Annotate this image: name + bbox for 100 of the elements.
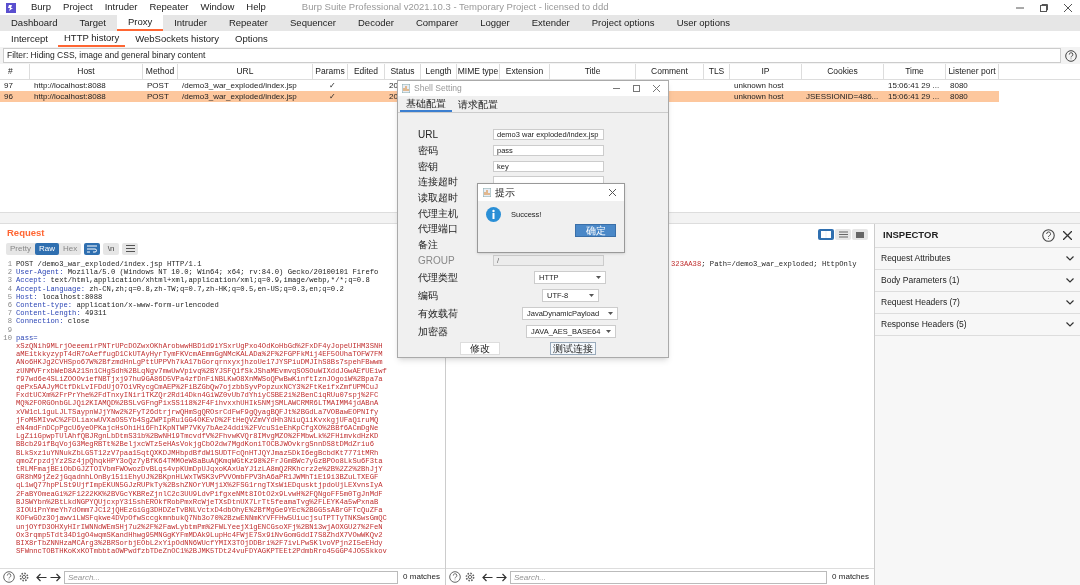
- menu-item[interactable]: Burp: [25, 0, 58, 15]
- match-count: 0 matches: [402, 571, 441, 583]
- newline-toggle[interactable]: \n: [103, 242, 120, 255]
- column-header[interactable]: Params: [313, 64, 348, 79]
- search-field[interactable]: Search...: [64, 570, 399, 584]
- column-header[interactable]: MIME type: [457, 64, 500, 79]
- forward-arrow-icon[interactable]: [50, 572, 61, 582]
- menu-item[interactable]: Help: [240, 0, 272, 15]
- edit-button[interactable]: 修改: [460, 342, 500, 356]
- tab[interactable]: Options: [229, 31, 274, 47]
- column-header[interactable]: Edited: [348, 64, 385, 79]
- layout-toggle-icon[interactable]: [835, 229, 851, 240]
- column-header[interactable]: Comment: [636, 64, 704, 79]
- table-cell[interactable]: /demo3_war_exploded/index.jsp: [178, 80, 313, 91]
- back-arrow-icon[interactable]: [36, 572, 47, 582]
- view-tab[interactable]: Raw: [34, 242, 59, 255]
- settings-icon[interactable]: [464, 571, 476, 583]
- chevron-down-icon[interactable]: [1066, 278, 1074, 283]
- tab[interactable]: User options: [665, 15, 741, 31]
- table-cell[interactable]: JSESSIONID=486...: [802, 91, 884, 102]
- table-cell[interactable]: http://localhost:8088: [30, 80, 143, 91]
- tab[interactable]: WebSockets history: [129, 31, 225, 47]
- column-header[interactable]: Length: [421, 64, 457, 79]
- table-cell[interactable]: 15:06:41 29 ...: [884, 91, 946, 102]
- help-icon[interactable]: [1065, 49, 1077, 62]
- column-header[interactable]: URL: [178, 64, 313, 79]
- table-cell[interactable]: ✓: [313, 80, 348, 91]
- minimize-icon[interactable]: [613, 85, 620, 92]
- tab[interactable]: Extender: [520, 15, 581, 31]
- tab[interactable]: Intruder: [163, 15, 218, 31]
- field-label: 有效载荷: [418, 307, 458, 319]
- tab[interactable]: Proxy: [116, 15, 164, 31]
- close-icon[interactable]: [1064, 3, 1072, 12]
- dropdown-arrow-icon: [608, 311, 613, 315]
- test-connection-button[interactable]: 测试连接: [550, 342, 596, 356]
- help-icon[interactable]: [1042, 229, 1055, 242]
- table-cell[interactable]: 97: [0, 80, 30, 91]
- table-cell[interactable]: unknown host: [730, 80, 802, 91]
- table-cell[interactable]: unknown host: [730, 91, 802, 102]
- tab[interactable]: Decoder: [347, 15, 405, 31]
- field-label: URL: [418, 129, 438, 141]
- menu-item[interactable]: Intruder: [98, 0, 144, 15]
- dropdown-arrow-icon: [606, 329, 611, 333]
- tab[interactable]: 请求配置: [452, 96, 504, 112]
- tab[interactable]: Logger: [469, 15, 521, 31]
- table-cell[interactable]: /demo3_war_exploded/index.jsp: [178, 91, 313, 102]
- close-icon[interactable]: [609, 189, 616, 196]
- column-header[interactable]: Listener port: [946, 64, 999, 79]
- table-cell[interactable]: 15:06:41 29 ...: [884, 80, 946, 91]
- dialog-title: 提示: [495, 186, 515, 200]
- column-header[interactable]: #: [0, 64, 30, 79]
- match-count: 0 matches: [831, 571, 870, 583]
- column-header[interactable]: Extension: [500, 64, 550, 79]
- tab[interactable]: Dashboard: [0, 15, 69, 31]
- field-label: 代理主机: [418, 207, 458, 219]
- settings-icon[interactable]: [18, 571, 30, 583]
- restore-icon[interactable]: [1040, 3, 1048, 12]
- table-cell[interactable]: 8080: [946, 91, 999, 102]
- tab[interactable]: Comparer: [404, 15, 470, 31]
- tab[interactable]: Sequencer: [279, 15, 347, 31]
- table-cell[interactable]: 8080: [946, 80, 999, 91]
- tab[interactable]: Project options: [580, 15, 666, 31]
- table-cell[interactable]: ✓: [313, 91, 348, 102]
- field-label: 读取超时: [418, 192, 458, 204]
- chevron-down-icon[interactable]: [1066, 300, 1074, 305]
- chevron-down-icon[interactable]: [1066, 256, 1074, 261]
- column-header[interactable]: Cookies: [802, 64, 884, 79]
- maximize-icon[interactable]: [633, 85, 640, 92]
- wrap-lines-icon[interactable]: [84, 242, 101, 255]
- filter-bar[interactable]: Filter: Hiding CSS, image and general binary content: [3, 48, 1061, 63]
- tab[interactable]: Target: [68, 15, 117, 31]
- column-header[interactable]: Title: [550, 64, 636, 79]
- tab[interactable]: Intercept: [5, 31, 54, 47]
- table-cell[interactable]: http://localhost:8088: [30, 91, 143, 102]
- menu-item[interactable]: Window: [194, 0, 241, 15]
- search-field[interactable]: Search...: [510, 570, 828, 584]
- help-icon[interactable]: [449, 571, 461, 583]
- menu-item[interactable]: Project: [57, 0, 99, 15]
- table-cell[interactable]: POST: [143, 80, 178, 91]
- tab[interactable]: 基础配置: [400, 96, 452, 112]
- tab[interactable]: Repeater: [217, 15, 280, 31]
- menu-item[interactable]: Repeater: [143, 0, 195, 15]
- help-icon[interactable]: [3, 571, 15, 583]
- column-header[interactable]: Time: [884, 64, 946, 79]
- ok-button[interactable]: 确定: [575, 224, 616, 237]
- column-header[interactable]: Host: [30, 64, 143, 79]
- column-header[interactable]: IP: [730, 64, 802, 79]
- table-cell[interactable]: POST: [143, 91, 178, 102]
- chevron-down-icon[interactable]: [1066, 322, 1074, 327]
- close-icon[interactable]: [1063, 231, 1072, 240]
- column-header[interactable]: Status: [385, 64, 421, 79]
- column-header[interactable]: TLS: [704, 64, 730, 79]
- section-label: Request Attributes: [881, 252, 951, 265]
- layout-toggle-icon[interactable]: [818, 229, 834, 240]
- back-arrow-icon[interactable]: [482, 572, 493, 582]
- forward-arrow-icon[interactable]: [496, 572, 507, 582]
- menu-icon[interactable]: [122, 242, 139, 255]
- column-header[interactable]: Method: [143, 64, 178, 79]
- table-cell[interactable]: 96: [0, 91, 30, 102]
- layout-toggle-icon[interactable]: [852, 229, 868, 240]
